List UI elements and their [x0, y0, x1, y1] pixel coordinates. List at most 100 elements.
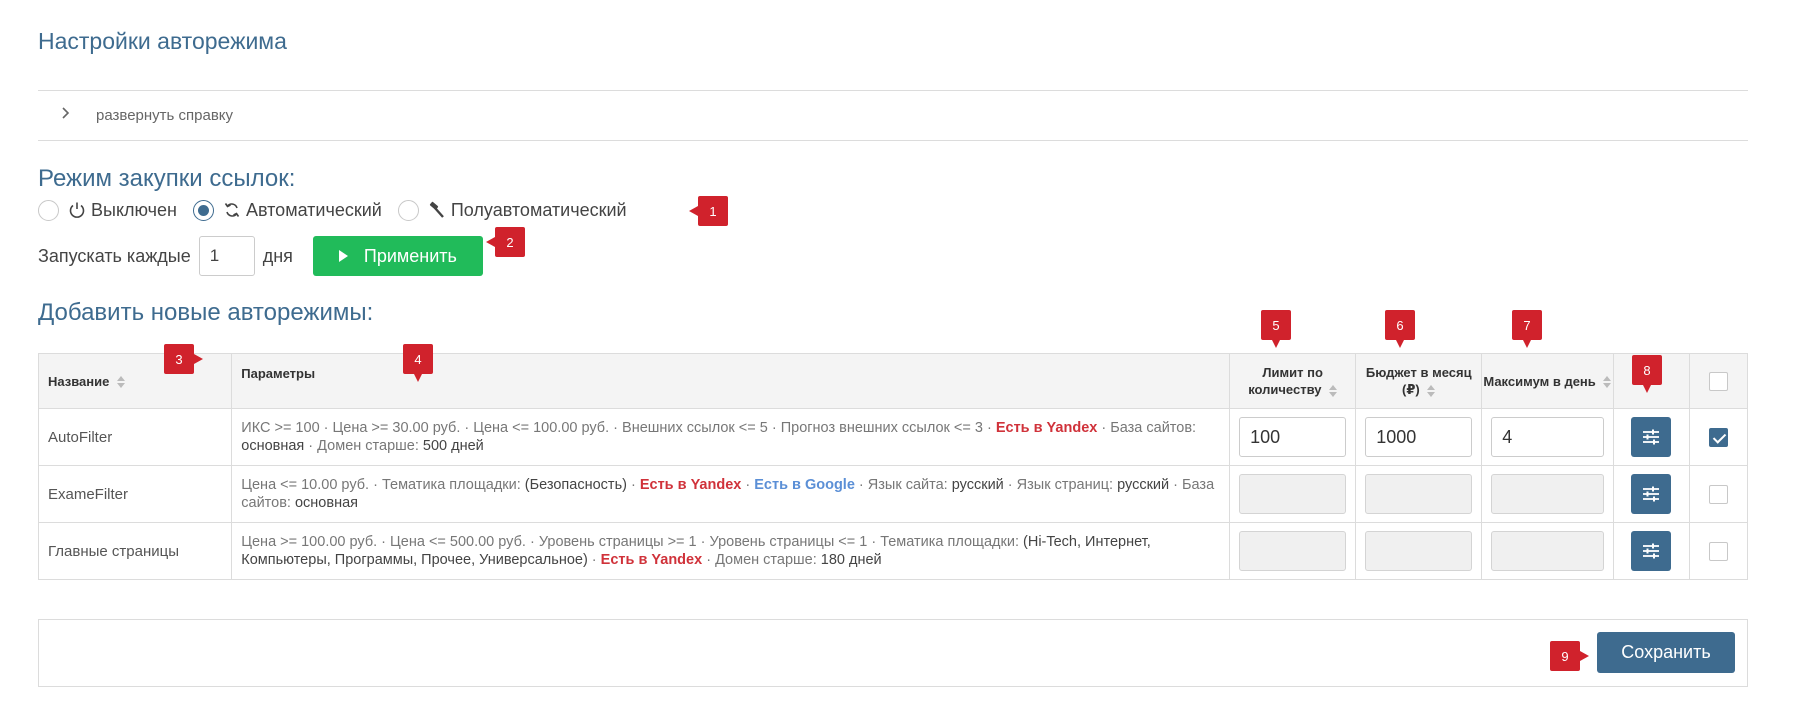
help-toggle[interactable]: развернуть справку — [38, 90, 1748, 141]
budget-cell — [1355, 465, 1483, 523]
budget-cell — [1355, 408, 1483, 466]
purchase-mode-radio-group: Выключен Автоматический Полуавтоматическ… — [38, 196, 643, 224]
filter-settings-button[interactable] — [1631, 417, 1672, 457]
row-select-checkbox[interactable] — [1709, 427, 1729, 447]
budget-input[interactable] — [1365, 531, 1473, 571]
select-all-checkbox[interactable] — [1709, 371, 1729, 391]
refresh-icon — [222, 200, 242, 220]
param-value: основная — [241, 438, 305, 454]
param-separator: · — [1097, 420, 1111, 436]
automode-params: Цена >= 100.00 руб. · Цена <= 500.00 руб… — [231, 522, 1231, 580]
param-separator: · — [1003, 477, 1017, 493]
param-value: русский — [951, 477, 1004, 493]
play-icon — [338, 250, 348, 262]
param-condition: Прогноз внешних ссылок <= 3 — [780, 420, 983, 436]
launch-row: Запускать каждые дня Применить — [38, 236, 483, 276]
limit-cell — [1229, 465, 1357, 523]
column-header-label: Параметры — [241, 366, 316, 381]
column-header-label: Максимум в день — [1483, 373, 1596, 389]
param-separator: · — [609, 420, 623, 436]
settings-cell — [1612, 408, 1691, 466]
marker-badge: 3 — [164, 344, 203, 374]
param-separator: · — [854, 477, 868, 493]
param-separator: · — [304, 438, 318, 454]
column-header-budget[interactable]: Бюджет в месяц (₽) — [1355, 353, 1483, 409]
radio-option-off[interactable]: Выключен — [38, 199, 177, 221]
column-header-select-all[interactable] — [1689, 353, 1748, 409]
max-day-input[interactable] — [1491, 531, 1604, 571]
param-value: основная — [294, 495, 358, 511]
settings-cell — [1612, 465, 1691, 523]
param-separator: · — [369, 477, 382, 493]
sort-icon[interactable] — [1427, 384, 1436, 397]
page-title: Настройки авторежима — [38, 28, 287, 54]
param-condition: Цена >= 100.00 руб. — [241, 534, 378, 550]
row-select-checkbox[interactable] — [1709, 484, 1729, 504]
marker-badge: 7 — [1512, 310, 1542, 348]
max-day-input[interactable] — [1491, 417, 1604, 457]
param-condition: Есть в Yandex — [639, 477, 742, 493]
max-day-cell — [1481, 522, 1614, 580]
param-label: Домен старше: — [317, 438, 423, 454]
param-separator: · — [982, 420, 996, 436]
sort-icon[interactable] — [117, 376, 125, 389]
max-day-cell — [1481, 408, 1614, 466]
radio-option-semiautomatic[interactable]: Полуавтоматический — [397, 199, 627, 221]
limit-cell — [1229, 522, 1357, 580]
radio-option-automatic[interactable]: Автоматический — [192, 199, 382, 221]
param-label: База сайтов: — [1110, 420, 1197, 436]
max-day-input[interactable] — [1491, 474, 1604, 514]
param-condition: Уровень страницы >= 1 — [538, 534, 697, 550]
select-cell — [1689, 408, 1748, 466]
radio-circle-selected[interactable] — [192, 199, 214, 221]
launch-label: Запускать каждые — [38, 245, 191, 266]
table-header-row: Название Параметры Лимит по количеству Б… — [37, 353, 1748, 409]
param-label: Домен старше: — [715, 552, 821, 568]
param-separator: · — [702, 552, 716, 568]
limit-input[interactable] — [1239, 531, 1347, 571]
radio-circle[interactable] — [397, 199, 419, 221]
param-separator: · — [319, 420, 333, 436]
filter-settings-button[interactable] — [1631, 531, 1672, 571]
sort-icon[interactable] — [1603, 376, 1612, 389]
column-header-limit[interactable]: Лимит по количеству — [1229, 353, 1357, 409]
automode-name: Главные страницы — [37, 522, 233, 580]
marker-badge: 6 — [1385, 310, 1415, 348]
help-toggle-label: развернуть справку — [96, 107, 234, 124]
param-condition: Цена <= 10.00 руб. — [241, 477, 370, 493]
marker-badge: 2 — [486, 227, 525, 257]
marker-badge: 5 — [1261, 310, 1291, 348]
marker-badge: 8 — [1632, 355, 1662, 393]
param-value: 180 дней — [820, 552, 882, 568]
param-condition: Есть в Yandex — [995, 420, 1098, 436]
budget-input[interactable] — [1365, 474, 1473, 514]
save-button[interactable]: Сохранить — [1597, 632, 1735, 673]
limit-input[interactable] — [1239, 417, 1347, 457]
power-icon — [67, 200, 87, 220]
marker-badge: 1 — [689, 196, 728, 226]
param-separator: · — [1169, 477, 1183, 493]
days-unit-label: дня — [262, 245, 293, 266]
param-separator: · — [587, 552, 601, 568]
filter-settings-button[interactable] — [1631, 474, 1672, 514]
radio-circle[interactable] — [38, 199, 59, 221]
hammer-icon — [427, 200, 447, 220]
save-panel: Сохранить — [38, 619, 1748, 687]
radio-label: Выключен — [91, 199, 177, 220]
row-select-checkbox[interactable] — [1709, 541, 1729, 561]
sliders-icon — [1641, 485, 1661, 503]
param-condition: Уровень страницы <= 1 — [709, 534, 868, 550]
automode-params: ИКС >= 100 · Цена >= 30.00 руб. · Цена <… — [231, 408, 1231, 466]
sort-icon[interactable] — [1329, 384, 1338, 397]
param-condition: Цена >= 30.00 руб. — [332, 420, 461, 436]
table-row: Главные страницы Цена >= 100.00 руб. · Це… — [37, 522, 1748, 580]
apply-button[interactable]: Применить — [312, 236, 483, 276]
sliders-icon — [1641, 542, 1661, 560]
param-condition: Есть в Yandex — [600, 552, 703, 568]
automode-name: ExameFilter — [37, 465, 233, 523]
days-interval-input[interactable] — [198, 236, 255, 276]
column-header-max-day[interactable]: Максимум в день — [1481, 353, 1614, 409]
budget-input[interactable] — [1365, 417, 1473, 457]
column-header-label: Бюджет в месяц (₽) — [1365, 365, 1472, 397]
limit-input[interactable] — [1239, 474, 1347, 514]
